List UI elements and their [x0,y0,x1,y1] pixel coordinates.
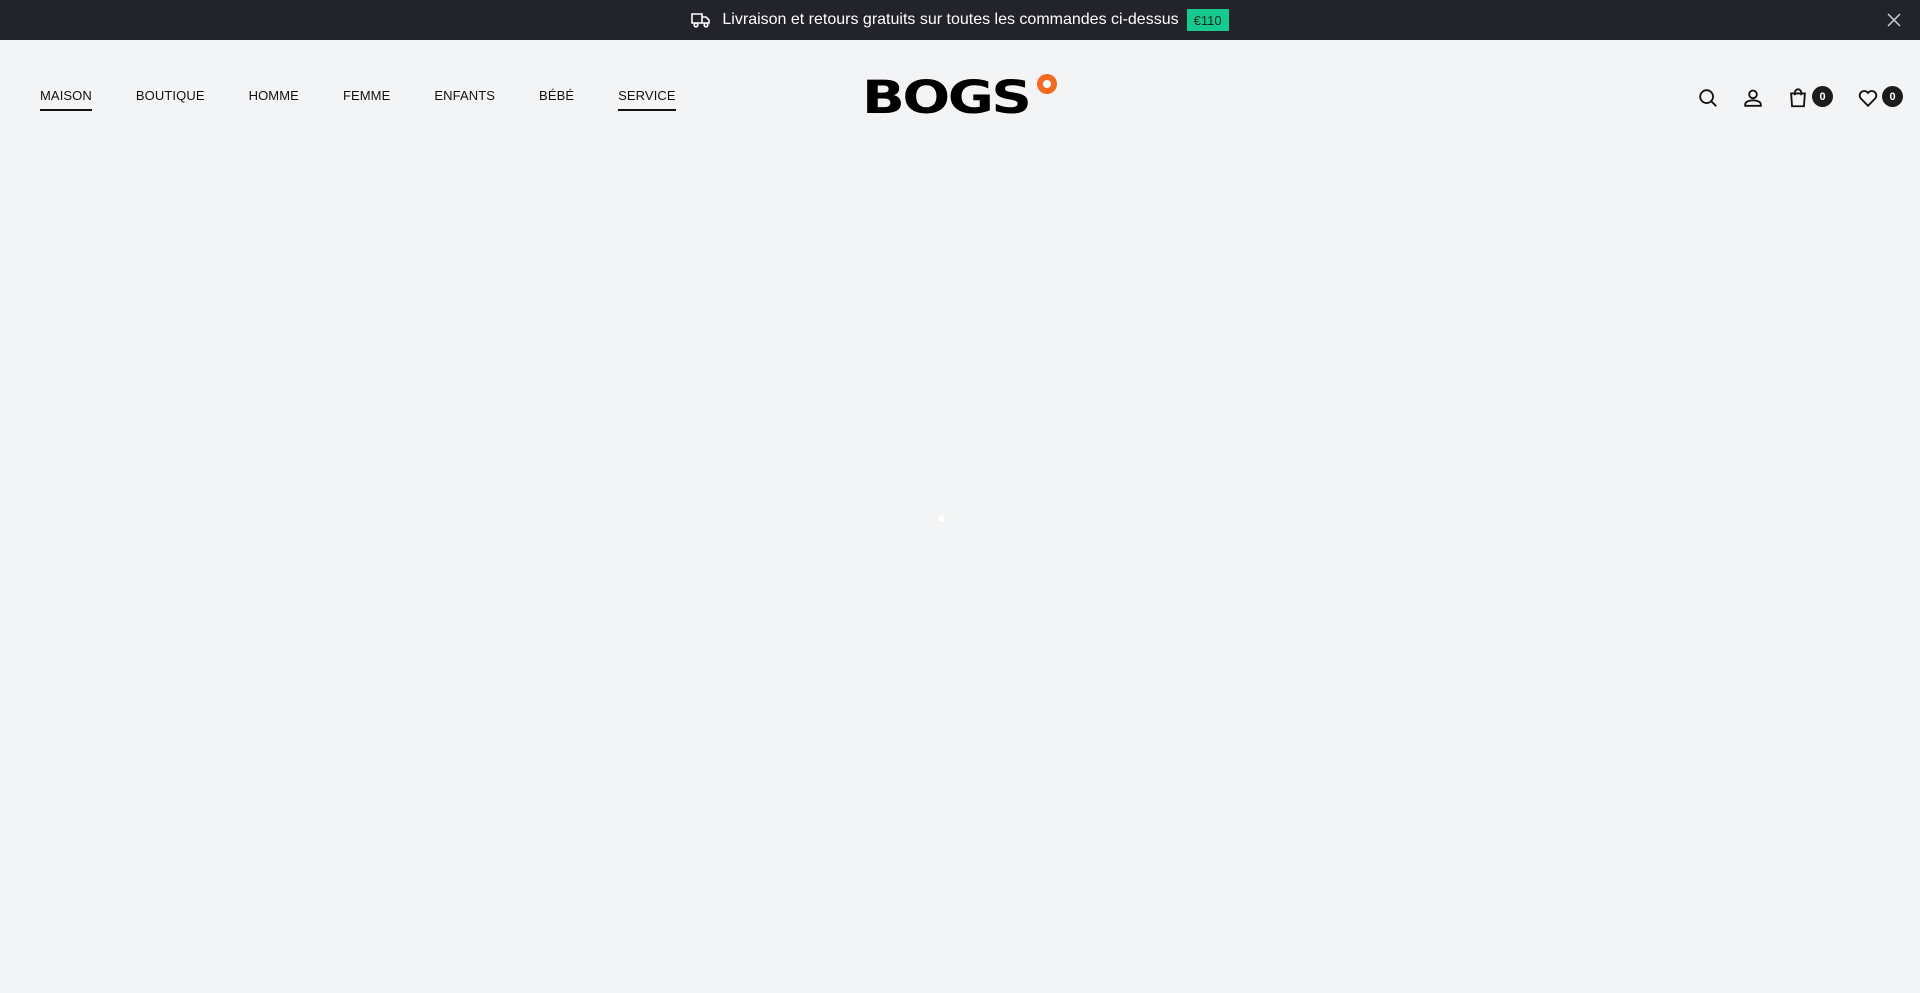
heart-icon[interactable]: 0 [1856,86,1903,110]
site-header: MAISON BOUTIQUE HOMME FEMME ENFANTS BÉBÉ… [0,40,1920,152]
announcement-text: Livraison et retours gratuits sur toutes… [722,11,1179,28]
truck-icon [691,12,711,28]
logo-text: BOGS [862,71,1032,124]
cart-count-badge: 0 [1812,86,1833,107]
user-icon[interactable] [1741,86,1765,110]
nav-item-service[interactable]: SERVICE [618,88,676,111]
search-icon[interactable] [1696,86,1720,110]
nav-item-boutique[interactable]: BOUTIQUE [136,88,205,111]
announcement-bar: Livraison et retours gratuits sur toutes… [0,0,1920,40]
nav-item-bebe[interactable]: BÉBÉ [539,88,574,111]
announcement-badge: €110 [1186,9,1229,31]
close-icon[interactable] [1886,12,1902,28]
shopping-bag-icon[interactable]: 0 [1786,86,1833,110]
header-icons: 0 0 [1696,86,1903,110]
nav-item-homme[interactable]: HOMME [249,88,299,111]
nav-item-enfants[interactable]: ENFANTS [434,88,495,111]
main-nav: MAISON BOUTIQUE HOMME FEMME ENFANTS BÉBÉ… [40,88,676,111]
logo[interactable]: BOGS [862,74,1060,122]
nav-item-femme[interactable]: FEMME [343,88,390,111]
nav-item-maison[interactable]: MAISON [40,88,92,111]
wishlist-count-badge: 0 [1882,86,1903,107]
loading-indicator [938,515,945,522]
logo-dot [1037,74,1057,94]
